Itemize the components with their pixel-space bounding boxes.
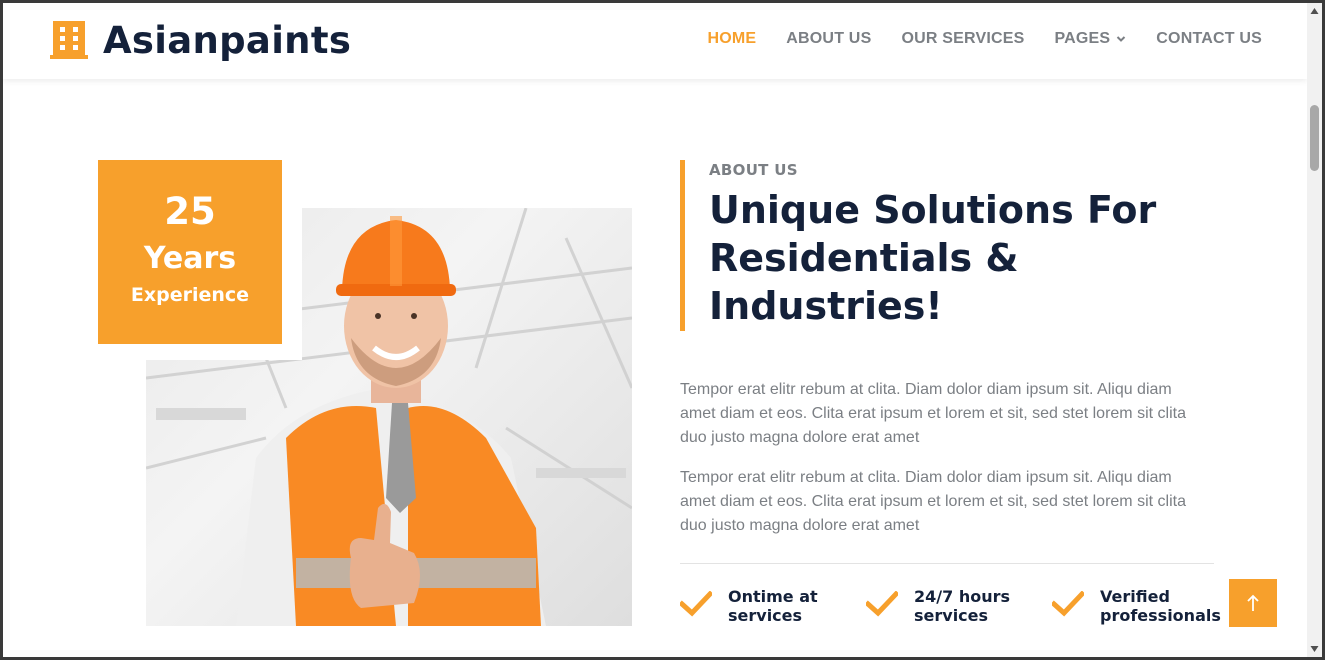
about-accent-bar [680,160,685,331]
feature-verified: Verified professionals [1052,587,1221,625]
chevron-down-icon [1117,36,1126,42]
about-paragraph-1: Tempor erat elitr rebum at clita. Diam d… [680,381,1186,446]
about-kicker: ABOUT US [709,161,798,179]
scrollbar[interactable] [1307,3,1322,657]
navbar: Asianpaints HOME ABOUT US OUR SERVICES P… [3,3,1307,79]
nav-our-services[interactable]: OUR SERVICES [901,30,1024,48]
check-icon [680,591,712,617]
experience-card: 25 Years Experience [98,160,282,344]
scroll-up-arrow-icon[interactable] [1310,7,1319,15]
nav-about-us[interactable]: ABOUT US [786,30,871,48]
feature-24-7: 24/7 hours services [866,587,1010,625]
experience-label: Experience [130,284,250,306]
experience-card-wrapper: 25 Years Experience [98,160,302,360]
scroll-down-arrow-icon[interactable] [1310,645,1319,653]
nav-pages-label: PAGES [1054,30,1111,47]
arrow-up-icon [1247,594,1259,611]
building-icon [49,19,89,61]
nav-pages-dropdown[interactable]: PAGES [1054,30,1126,48]
main-nav: HOME ABOUT US OUR SERVICES PAGES CONTACT… [677,30,1262,48]
feature-label: Ontime at services [728,587,818,625]
brand-logo-link[interactable]: Asianpaints [49,17,351,63]
back-to-top-button[interactable] [1229,579,1277,627]
check-icon [1052,591,1084,617]
about-title: Unique Solutions For Residentials & Indu… [709,188,1157,328]
about-paragraph-2: Tempor erat elitr rebum at clita. Diam d… [680,469,1186,534]
experience-number: 25 [164,190,216,233]
feature-label: Verified professionals [1100,587,1221,625]
scrollbar-thumb[interactable] [1310,105,1319,171]
nav-contact-us[interactable]: CONTACT US [1156,30,1262,48]
features-list: Ontime at services 24/7 hours services V… [680,587,1240,631]
check-icon [866,591,898,617]
brand-name: Asianpaints [103,18,352,62]
feature-label: 24/7 hours services [914,587,1010,625]
experience-unit: Years [143,241,237,276]
feature-ontime: Ontime at services [680,587,818,625]
nav-home[interactable]: HOME [707,30,756,48]
page-frame: Asianpaints HOME ABOUT US OUR SERVICES P… [3,3,1322,657]
divider [680,563,1214,564]
